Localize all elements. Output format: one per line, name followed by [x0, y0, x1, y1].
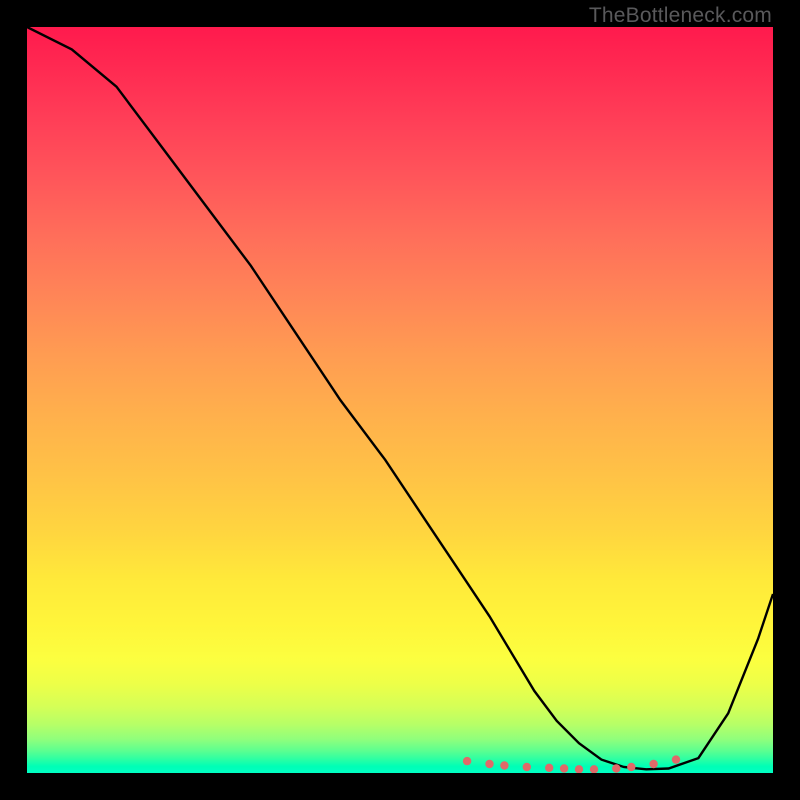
attribution-watermark: TheBottleneck.com: [589, 4, 772, 28]
chart-frame: TheBottleneck.com: [0, 0, 800, 800]
gradient-plot-area: [27, 27, 773, 773]
